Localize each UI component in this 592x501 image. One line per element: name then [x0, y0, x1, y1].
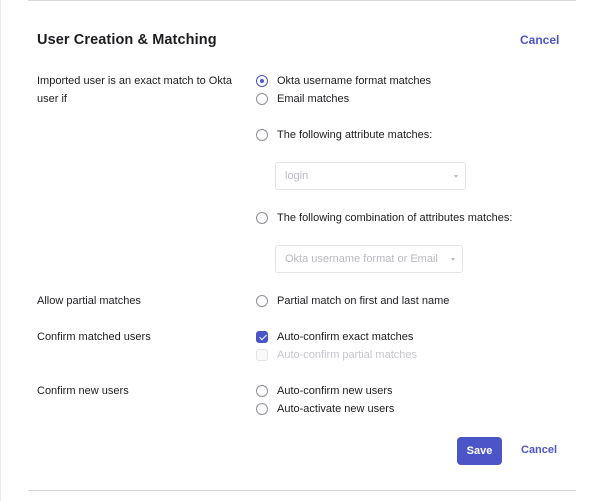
- radio-email[interactable]: Email matches: [256, 92, 349, 106]
- attribute-select[interactable]: login: [275, 162, 466, 190]
- checkbox-partial-name[interactable]: Partial match on first and last name: [256, 294, 449, 308]
- radio-combination[interactable]: The following combination of attributes …: [256, 211, 512, 225]
- checkbox-unchecked-icon[interactable]: [256, 295, 268, 307]
- checkbox-auto-confirm-new-label: Auto-confirm new users: [277, 385, 393, 397]
- radio-okta-username-label: Okta username format matches: [277, 75, 432, 87]
- radio-email-label: Email matches: [277, 93, 350, 105]
- header-cancel-link[interactable]: Cancel: [520, 33, 559, 47]
- radio-okta-username[interactable]: Okta username format matches: [256, 74, 431, 88]
- checkbox-auto-confirm-new[interactable]: Auto-confirm new users: [256, 384, 393, 398]
- panel-bottom-divider: [28, 490, 576, 491]
- checkbox-auto-confirm-partial: Auto-confirm partial matches: [256, 348, 417, 362]
- checkbox-auto-confirm-exact[interactable]: Auto-confirm exact matches: [256, 330, 413, 344]
- radio-combination-label: The following combination of attributes …: [277, 212, 513, 224]
- combination-select[interactable]: Okta username format or Email: [275, 245, 463, 273]
- checkbox-auto-confirm-exact-label: Auto-confirm exact matches: [277, 331, 414, 343]
- checkbox-unchecked-icon[interactable]: [256, 385, 268, 397]
- combination-select-value: Okta username format or Email: [285, 253, 438, 265]
- radio-unchecked-icon[interactable]: [256, 93, 268, 105]
- checkbox-partial-name-label: Partial match on first and last name: [277, 295, 450, 307]
- radio-attribute[interactable]: The following attribute matches:: [256, 128, 432, 142]
- user-creation-matching-panel: User Creation & Matching Cancel Imported…: [0, 0, 592, 501]
- confirm-new-label: Confirm new users: [37, 385, 129, 397]
- confirm-matched-label: Confirm matched users: [37, 331, 151, 343]
- footer-cancel-link[interactable]: Cancel: [521, 444, 557, 456]
- attribute-select-value: login: [285, 170, 309, 182]
- chevron-down-icon: [451, 258, 455, 261]
- radio-unchecked-icon[interactable]: [256, 129, 268, 141]
- checkbox-auto-activate-new[interactable]: Auto-activate new users: [256, 402, 394, 416]
- checkbox-auto-confirm-partial-label: Auto-confirm partial matches: [277, 349, 417, 361]
- checkbox-disabled-icon: [256, 349, 268, 361]
- section-title: User Creation & Matching: [37, 32, 217, 48]
- save-button[interactable]: Save: [457, 437, 502, 465]
- radio-checked-icon[interactable]: [256, 75, 268, 87]
- panel-top-divider: [28, 0, 576, 1]
- partial-matches-label: Allow partial matches: [37, 295, 141, 307]
- chevron-down-icon: [454, 175, 458, 178]
- radio-unchecked-icon[interactable]: [256, 212, 268, 224]
- checkbox-unchecked-icon[interactable]: [256, 403, 268, 415]
- left-divider: [0, 0, 1, 501]
- exact-match-label: Imported user is an exact match to Okta …: [37, 75, 233, 105]
- radio-attribute-label: The following attribute matches:: [277, 129, 433, 141]
- checkbox-checked-icon[interactable]: [256, 331, 268, 343]
- checkbox-auto-activate-new-label: Auto-activate new users: [277, 403, 395, 415]
